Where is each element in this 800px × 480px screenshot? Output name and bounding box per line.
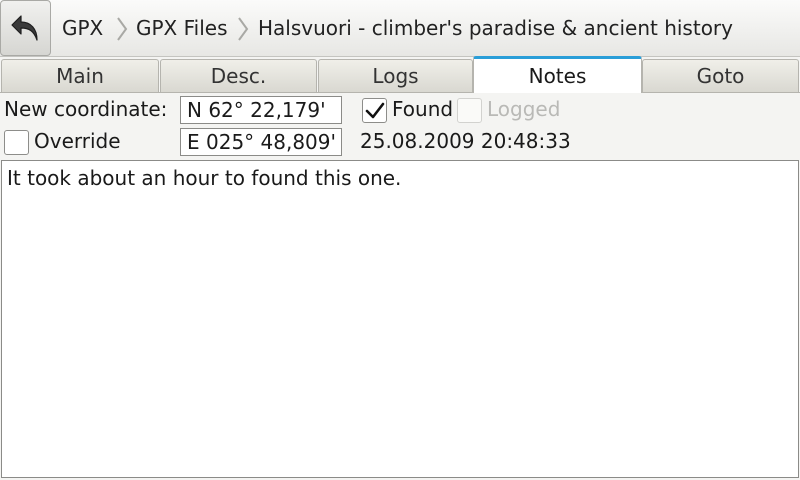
tab-goto[interactable]: Goto [642, 59, 799, 92]
breadcrumb-label: GPX [62, 16, 104, 40]
tab-notes[interactable]: Notes [473, 56, 642, 93]
found-checkbox[interactable] [362, 98, 387, 123]
tab-label: Main [56, 64, 104, 88]
back-arrow-icon [10, 15, 38, 41]
breadcrumb-label: Halsvuori - climber's paradise & ancient… [258, 16, 733, 40]
logged-checkbox[interactable] [457, 98, 482, 123]
logged-label: Logged [487, 97, 561, 121]
notes-textarea[interactable]: It took about an hour to found this one. [1, 160, 799, 478]
breadcrumb-item-gpx-files[interactable]: GPX Files [136, 0, 228, 56]
found-label: Found [392, 97, 454, 121]
chevron-right-icon [238, 17, 249, 41]
back-button[interactable] [0, 0, 51, 56]
override-checkbox[interactable] [4, 130, 29, 155]
tab-logs[interactable]: Logs [318, 59, 473, 92]
breadcrumb-label: GPX Files [136, 16, 228, 40]
title-bar: GPX GPX Files Halsvuori - climber's para… [0, 0, 800, 57]
tab-desc[interactable]: Desc. [160, 59, 317, 92]
tab-divider [0, 92, 800, 93]
tab-label: Goto [696, 64, 745, 88]
breadcrumb-item-gpx[interactable]: GPX [62, 0, 103, 56]
new-coordinate-label: New coordinate: [4, 97, 168, 121]
chevron-right-icon [117, 17, 128, 41]
tab-label: Desc. [210, 64, 267, 88]
tab-label: Notes [528, 64, 587, 88]
breadcrumb-item-cache-title[interactable]: Halsvuori - climber's paradise & ancient… [258, 0, 733, 56]
longitude-field[interactable]: E 025° 48,809' [180, 128, 342, 156]
tab-main[interactable]: Main [1, 59, 159, 92]
latitude-field[interactable]: N 62° 22,179' [180, 96, 342, 124]
checkmark-icon [365, 102, 384, 118]
timestamp: 25.08.2009 20:48:33 [360, 129, 571, 153]
override-label: Override [34, 129, 121, 153]
tab-label: Logs [372, 64, 419, 88]
